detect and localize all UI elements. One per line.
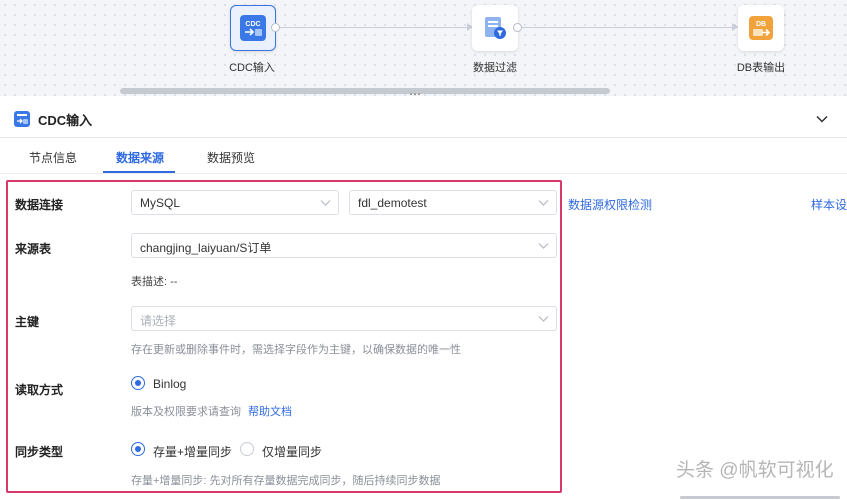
tab-data-source[interactable]: 数据来源 <box>116 149 164 166</box>
edge-filter-to-db <box>518 27 738 28</box>
panel-title: CDC输入 <box>38 113 93 128</box>
sync-type-hint: 存量+增量同步: 先对所有存量数据完成同步，随后持续同步数据 <box>131 475 441 487</box>
chevron-down-icon <box>538 243 549 249</box>
help-doc-link[interactable]: 帮助文档 <box>248 403 292 419</box>
db-output-node-icon: DB <box>749 16 773 40</box>
chevron-down-icon <box>538 316 549 322</box>
primary-key-hint: 存在更新或删除事件时，需选择字段作为主键，以确保数据的唯一性 <box>131 344 461 356</box>
permission-check-link[interactable]: 数据源权限检测 <box>568 196 652 213</box>
table-description: 表描述: -- <box>131 276 178 288</box>
binlog-radio[interactable] <box>131 376 145 390</box>
node-label: 数据过滤 <box>473 62 517 74</box>
primary-key-select[interactable]: 请选择 <box>131 306 557 331</box>
active-tab-indicator <box>103 171 175 173</box>
node-label: DB表输出 <box>736 62 786 74</box>
node-db-output[interactable]: DB <box>738 5 784 51</box>
svg-text:DB: DB <box>756 21 766 28</box>
primary-key-placeholder: 请选择 <box>140 314 177 328</box>
watermark: 头条 @帆软可视化 <box>676 460 834 481</box>
edge-cdc-to-filter <box>276 27 472 28</box>
tab-node-info[interactable]: 节点信息 <box>29 149 77 166</box>
panel-tabs: 节点信息 数据来源 数据预览 <box>0 140 847 174</box>
read-mode-label: 读取方式 <box>15 383 64 397</box>
connection-label: 数据连接 <box>15 198 64 212</box>
chevron-down-icon[interactable] <box>815 112 829 126</box>
read-mode-hint: 版本及权限要求请查询 <box>131 406 241 418</box>
source-table-value: changjing_laiyuan/S订单 <box>140 241 272 255</box>
bottom-scrollbar[interactable] <box>680 496 840 499</box>
node-data-filter[interactable] <box>472 5 518 51</box>
full-incremental-radio[interactable] <box>131 442 145 456</box>
source-table-label: 来源表 <box>15 242 52 256</box>
node-label: CDC输入 <box>229 62 275 74</box>
filter-node-icon <box>485 17 506 39</box>
connection-type-select[interactable]: MySQL <box>131 190 339 215</box>
full-incremental-label[interactable]: 存量+增量同步 <box>153 443 232 460</box>
cdc-panel-icon <box>14 111 30 127</box>
panel-resize-handle[interactable]: ⋯ <box>409 88 421 100</box>
incremental-only-radio[interactable] <box>240 442 254 456</box>
node-output-port[interactable] <box>513 23 522 32</box>
tab-data-preview[interactable]: 数据预览 <box>207 149 255 166</box>
binlog-radio-label[interactable]: Binlog <box>153 377 186 391</box>
dataflow-canvas[interactable]: CDC CDC输入 数据过滤 DB DB表输出 <box>0 0 847 96</box>
canvas-horizontal-scrollbar[interactable] <box>120 88 610 94</box>
node-output-port[interactable] <box>271 23 280 32</box>
node-cdc-input[interactable]: CDC <box>230 5 276 51</box>
connection-type-value: MySQL <box>140 196 181 210</box>
source-table-select[interactable]: changjing_laiyuan/S订单 <box>131 233 557 258</box>
sample-settings-link[interactable]: 样本设 <box>811 196 847 213</box>
chevron-down-icon <box>538 200 549 206</box>
panel-header: CDC输入 <box>0 100 847 138</box>
primary-key-label: 主键 <box>15 315 40 329</box>
database-select[interactable]: fdl_demotest <box>349 190 557 215</box>
chevron-down-icon <box>320 200 331 206</box>
database-value: fdl_demotest <box>358 196 427 210</box>
cdc-node-icon: CDC <box>240 15 266 41</box>
svg-text:CDC: CDC <box>245 21 260 28</box>
sync-type-label: 同步类型 <box>15 445 64 459</box>
incremental-only-label[interactable]: 仅增量同步 <box>262 443 322 460</box>
